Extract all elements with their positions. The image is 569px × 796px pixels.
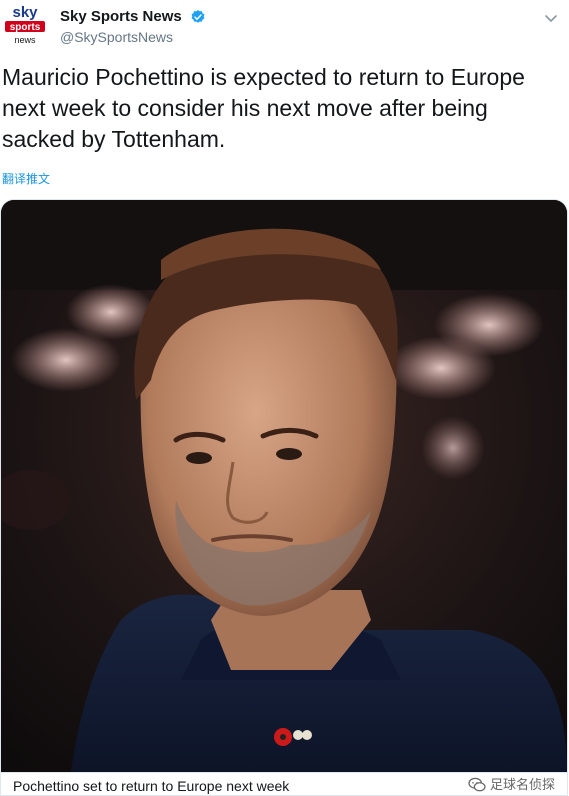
card-title[interactable]: Pochettino set to return to Europe next … xyxy=(13,777,289,795)
link-card[interactable]: Pochettino set to return to Europe next … xyxy=(0,199,568,796)
watermark: 足球名侦探 xyxy=(468,776,555,794)
sky-sports-news-logo: sky sports news xyxy=(2,2,48,48)
wechat-icon xyxy=(468,777,486,792)
tweet-header: sky sports news Sky Sports News @SkySpor… xyxy=(0,0,569,56)
display-name[interactable]: Sky Sports News xyxy=(60,8,182,26)
logo-text-sports: sports xyxy=(10,22,41,33)
tweet-text: Mauricio Pochettino is expected to retur… xyxy=(2,64,525,152)
handle[interactable]: @SkySportsNews xyxy=(60,28,206,46)
verified-badge-icon xyxy=(191,10,205,23)
translate-tweet-link[interactable]: 翻译推文 xyxy=(2,171,50,187)
card-photo xyxy=(1,200,567,772)
card-caption-bar[interactable]: Pochettino set to return to Europe next … xyxy=(1,772,567,795)
account-name-block: Sky Sports News @SkySportsNews xyxy=(60,8,206,46)
logo-text-news: news xyxy=(14,35,36,45)
chevron-down-icon[interactable] xyxy=(543,10,559,26)
logo-text-sky: sky xyxy=(12,4,38,21)
avatar[interactable]: sky sports news xyxy=(2,2,48,48)
watermark-text: 足球名侦探 xyxy=(489,777,555,792)
